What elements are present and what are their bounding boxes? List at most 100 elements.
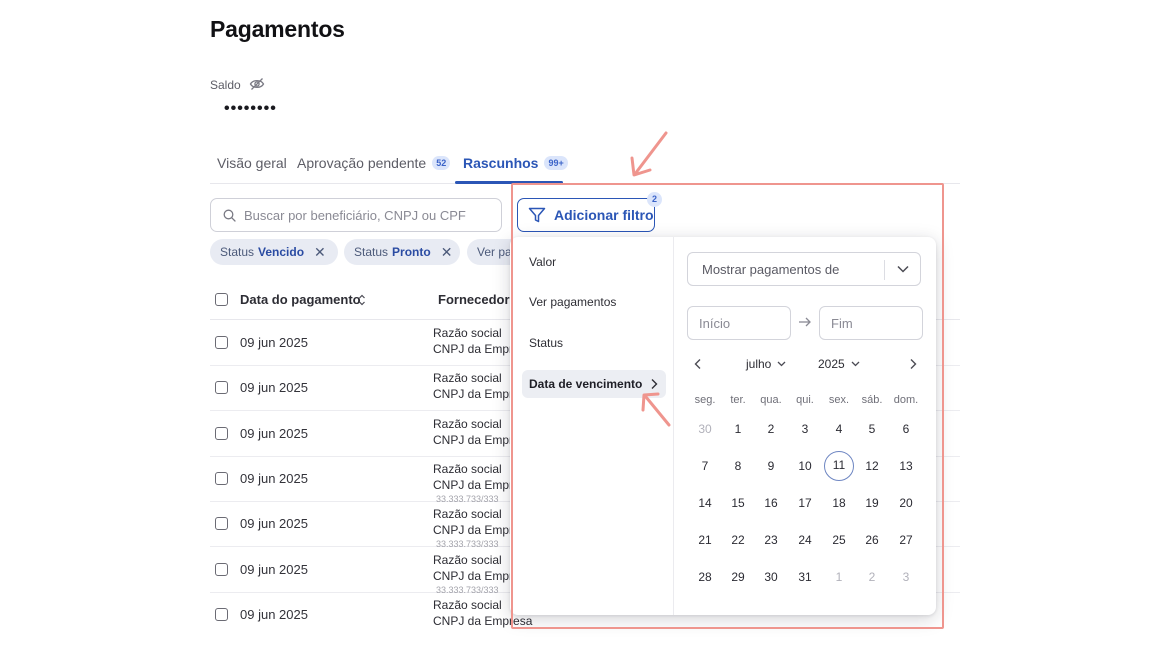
tab-count-badge: 52 bbox=[432, 156, 451, 170]
filter-menu-item-status[interactable]: Status bbox=[522, 329, 666, 357]
month-select[interactable]: julho bbox=[746, 357, 786, 371]
chip-prefix: Ver pa bbox=[477, 245, 512, 259]
supplier-name: Razão social bbox=[433, 326, 502, 340]
calendar-day[interactable]: 11 bbox=[824, 451, 854, 481]
calendar-day[interactable]: 7 bbox=[690, 451, 720, 481]
calendar-day[interactable]: 22 bbox=[723, 525, 753, 555]
supplier-cell: Razão social CNPJ da Empr bbox=[433, 370, 513, 402]
calendar-day[interactable]: 5 bbox=[857, 414, 887, 444]
calendar-weekday-label: qui. bbox=[796, 394, 814, 406]
arrow-right-icon bbox=[799, 317, 811, 327]
add-filter-label: Adicionar filtro bbox=[554, 207, 654, 223]
calendar-day[interactable]: 15 bbox=[723, 488, 753, 518]
payment-date: 09 jun 2025 bbox=[240, 380, 308, 395]
calendar-day[interactable]: 14 bbox=[690, 488, 720, 518]
calendar-day[interactable]: 23 bbox=[756, 525, 786, 555]
menu-item-label: Data de vencimento bbox=[529, 377, 643, 391]
select-all-checkbox[interactable] bbox=[215, 293, 228, 306]
add-filter-button[interactable]: Adicionar filtro bbox=[517, 198, 655, 232]
chip-prefix: Status bbox=[220, 245, 255, 259]
calendar-day[interactable]: 19 bbox=[857, 488, 887, 518]
chevron-down-icon bbox=[777, 361, 786, 367]
calendar-day[interactable]: 9 bbox=[756, 451, 786, 481]
close-icon[interactable]: ✕ bbox=[314, 245, 326, 259]
tab-bar: Visão geral Aprovação pendente 52 Rascun… bbox=[210, 150, 960, 184]
sort-icon[interactable] bbox=[358, 293, 366, 307]
calendar-day[interactable]: 20 bbox=[891, 488, 921, 518]
tab-pending-approval[interactable]: Aprovação pendente 52 bbox=[297, 155, 451, 171]
row-checkbox[interactable] bbox=[215, 563, 228, 576]
chip-prefix: Status bbox=[354, 245, 389, 259]
calendar-day[interactable]: 17 bbox=[790, 488, 820, 518]
eye-off-icon[interactable] bbox=[249, 77, 265, 91]
search-box bbox=[210, 198, 502, 232]
calendar-weekday-label: ter. bbox=[730, 394, 746, 406]
supplier-cnpj: CNPJ da Empr bbox=[433, 569, 514, 583]
calendar-day[interactable]: 29 bbox=[723, 562, 753, 592]
balance-label: Saldo bbox=[210, 78, 241, 92]
chevron-left-icon[interactable] bbox=[692, 357, 704, 371]
close-icon[interactable]: ✕ bbox=[441, 245, 453, 259]
calendar-day[interactable]: 24 bbox=[790, 525, 820, 555]
filter-chip-ver-pagamentos[interactable]: Ver pa bbox=[467, 239, 513, 265]
show-payments-select[interactable]: Mostrar pagamentos de bbox=[687, 252, 921, 286]
calendar-day[interactable]: 4 bbox=[824, 414, 854, 444]
supplier-cell: Razão social CNPJ da Empr bbox=[433, 552, 513, 584]
filter-menu-item-ver-pagamentos[interactable]: Ver pagamentos bbox=[522, 288, 666, 316]
calendar-day[interactable]: 2 bbox=[857, 562, 887, 592]
calendar-day[interactable]: 30 bbox=[756, 562, 786, 592]
calendar-day[interactable]: 18 bbox=[824, 488, 854, 518]
row-checkbox[interactable] bbox=[215, 336, 228, 349]
calendar-day[interactable]: 30 bbox=[690, 414, 720, 444]
chevron-down-icon bbox=[851, 361, 860, 367]
calendar-day[interactable]: 3 bbox=[790, 414, 820, 444]
calendar-day[interactable]: 2 bbox=[756, 414, 786, 444]
calendar-day[interactable]: 3 bbox=[891, 562, 921, 592]
search-icon bbox=[223, 209, 236, 222]
calendar-day[interactable]: 1 bbox=[824, 562, 854, 592]
calendar-day[interactable]: 13 bbox=[891, 451, 921, 481]
tab-overview[interactable]: Visão geral bbox=[217, 155, 287, 171]
end-date-field[interactable] bbox=[819, 306, 923, 340]
calendar-day[interactable]: 1 bbox=[723, 414, 753, 444]
column-header-date[interactable]: Data do pagamento bbox=[240, 292, 361, 307]
chevron-down-icon bbox=[897, 265, 909, 273]
calendar-day[interactable]: 8 bbox=[723, 451, 753, 481]
row-checkbox[interactable] bbox=[215, 472, 228, 485]
calendar-day[interactable]: 26 bbox=[857, 525, 887, 555]
chip-value: Vencido bbox=[258, 245, 305, 259]
supplier-cell: Razão social CNPJ da Empr bbox=[433, 416, 513, 448]
payment-date: 09 jun 2025 bbox=[240, 426, 308, 441]
filter-chip-status-vencido[interactable]: Status Vencido ✕ bbox=[210, 239, 338, 265]
calendar-day[interactable]: 16 bbox=[756, 488, 786, 518]
search-input[interactable] bbox=[244, 207, 484, 223]
calendar-day[interactable]: 28 bbox=[690, 562, 720, 592]
start-date-field[interactable] bbox=[687, 306, 791, 340]
year-select[interactable]: 2025 bbox=[818, 357, 860, 371]
select-divider bbox=[884, 260, 885, 280]
row-checkbox[interactable] bbox=[215, 517, 228, 530]
filter-chip-status-pronto[interactable]: Status Pronto ✕ bbox=[344, 239, 460, 265]
tab-drafts[interactable]: Rascunhos 99+ bbox=[463, 155, 568, 171]
supplier-cnpj: CNPJ da Empr bbox=[433, 433, 514, 447]
filter-menu-item-data-de-vencimento[interactable]: Data de vencimento bbox=[522, 370, 666, 398]
filter-menu-item-valor[interactable]: Valor bbox=[522, 248, 666, 276]
calendar-day[interactable]: 10 bbox=[790, 451, 820, 481]
month-value: julho bbox=[746, 357, 772, 371]
supplier-name: Razão social bbox=[433, 553, 502, 567]
calendar-day[interactable]: 21 bbox=[690, 525, 720, 555]
tab-count-badge: 99+ bbox=[544, 156, 568, 170]
calendar-day[interactable]: 27 bbox=[891, 525, 921, 555]
calendar-day[interactable]: 6 bbox=[891, 414, 921, 444]
chevron-right-icon[interactable] bbox=[907, 357, 919, 371]
row-checkbox[interactable] bbox=[215, 427, 228, 440]
calendar-day[interactable]: 31 bbox=[790, 562, 820, 592]
show-payments-select-value: Mostrar pagamentos de bbox=[702, 261, 840, 277]
row-checkbox[interactable] bbox=[215, 381, 228, 394]
calendar-day[interactable]: 25 bbox=[824, 525, 854, 555]
calendar-weekday-label: dom. bbox=[893, 394, 919, 406]
payment-date: 09 jun 2025 bbox=[240, 562, 308, 577]
calendar-day[interactable]: 12 bbox=[857, 451, 887, 481]
row-checkbox[interactable] bbox=[215, 608, 228, 621]
column-header-supplier[interactable]: Fornecedor bbox=[438, 292, 510, 307]
